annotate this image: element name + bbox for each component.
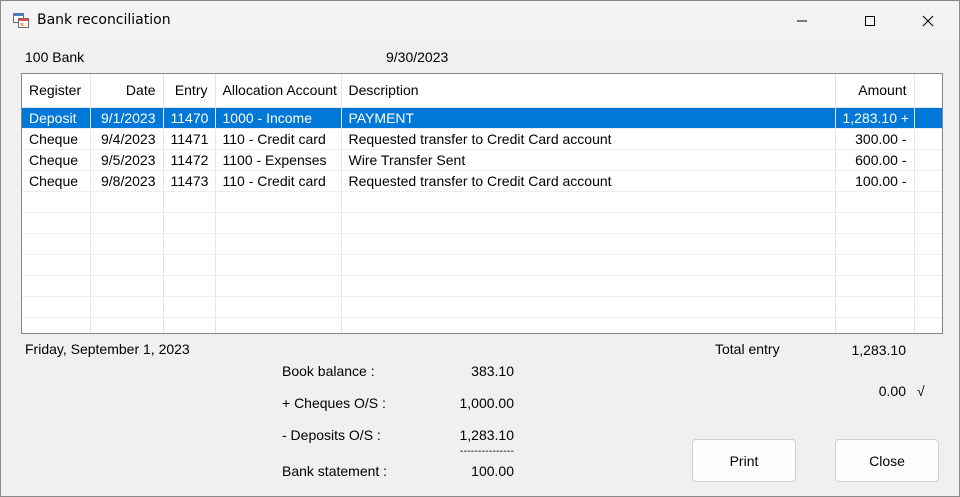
app-window-icon — [13, 13, 29, 28]
deposits-outstanding-value: 1,283.10 — [459, 427, 515, 443]
grid-header-row: Register Date Entry Allocation Account D… — [22, 74, 942, 108]
table-row[interactable]: Cheque 9/8/2023 11473 110 - Credit card … — [22, 170, 942, 192]
cell-allocation: 1100 - Expenses — [215, 149, 342, 171]
column-header-filler — [914, 74, 942, 108]
cell-description: Requested transfer to Credit Card accoun… — [341, 128, 836, 150]
bank-statement-label: Bank statement : — [282, 463, 388, 479]
bank-reconciliation-window: Bank reconciliation 100 Bank 9/30/2023 R… — [0, 0, 960, 497]
cell-amount: 1,283.10 + — [835, 107, 915, 129]
cell-description: Requested transfer to Credit Card accoun… — [341, 170, 836, 192]
cell-date: 9/8/2023 — [90, 170, 164, 192]
cell-filler — [914, 170, 942, 192]
close-icon — [922, 15, 934, 27]
window-title: Bank reconciliation — [37, 12, 171, 28]
sum-separator: --------------- — [459, 446, 514, 457]
cell-filler — [914, 107, 942, 129]
cell-description: PAYMENT — [341, 107, 836, 129]
selected-date-label: Friday, September 1, 2023 — [25, 341, 190, 357]
transactions-grid[interactable]: Register Date Entry Allocation Account D… — [21, 73, 943, 334]
column-header-description[interactable]: Description — [341, 74, 836, 108]
account-label: 100 Bank — [25, 49, 85, 65]
cell-allocation: 110 - Credit card — [215, 128, 342, 150]
cell-allocation: 110 - Credit card — [215, 170, 342, 192]
difference-value: 0.00 — [878, 383, 906, 399]
cell-register: Cheque — [22, 128, 91, 150]
deposits-outstanding-label: - Deposits O/S : — [282, 427, 381, 443]
book-balance-value: 383.10 — [471, 363, 514, 379]
table-row[interactable]: Cheque 9/4/2023 11471 110 - Credit card … — [22, 128, 942, 150]
cell-filler — [914, 149, 942, 171]
cell-amount: 600.00 - — [835, 149, 915, 171]
cell-amount: 300.00 - — [835, 128, 915, 150]
cell-allocation: 1000 - Income — [215, 107, 342, 129]
cell-register: Deposit — [22, 107, 91, 129]
cell-date: 9/4/2023 — [90, 128, 164, 150]
maximize-button[interactable] — [847, 1, 893, 41]
empty-row — [22, 254, 942, 276]
column-header-entry[interactable]: Entry — [163, 74, 216, 108]
empty-row — [22, 191, 942, 213]
minimize-button[interactable] — [779, 1, 825, 41]
cheques-outstanding-value: 1,000.00 — [459, 395, 515, 411]
column-header-amount[interactable]: Amount — [835, 74, 915, 108]
minimize-icon — [797, 20, 807, 22]
empty-row — [22, 233, 942, 255]
book-balance-label: Book balance : — [282, 363, 375, 379]
cell-date: 9/5/2023 — [90, 149, 164, 171]
title-bar: Bank reconciliation — [1, 1, 959, 41]
close-window-button[interactable] — [905, 1, 951, 41]
cell-amount: 100.00 - — [835, 170, 915, 192]
total-entry-value: 1,283.10 — [851, 342, 907, 358]
bank-statement-value: 100.00 — [471, 463, 514, 479]
column-header-allocation-account[interactable]: Allocation Account — [215, 74, 342, 108]
cell-entry: 11471 — [163, 128, 216, 150]
cell-register: Cheque — [22, 170, 91, 192]
empty-row — [22, 317, 942, 333]
table-row[interactable]: Cheque 9/5/2023 11472 1100 - Expenses Wi… — [22, 149, 942, 171]
table-row[interactable]: Deposit 9/1/2023 11470 1000 - Income PAY… — [22, 107, 942, 129]
close-button[interactable]: Close — [835, 439, 939, 482]
cell-description: Wire Transfer Sent — [341, 149, 836, 171]
empty-row — [22, 296, 942, 318]
total-entry-label: Total entry — [715, 341, 780, 357]
column-header-date[interactable]: Date — [90, 74, 164, 108]
cheques-outstanding-label: + Cheques O/S : — [282, 395, 386, 411]
cell-filler — [914, 128, 942, 150]
column-header-register[interactable]: Register — [22, 74, 91, 108]
statement-date-label: 9/30/2023 — [386, 49, 449, 65]
maximize-icon — [865, 16, 875, 26]
cell-date: 9/1/2023 — [90, 107, 164, 129]
empty-row — [22, 212, 942, 234]
cell-entry: 11470 — [163, 107, 216, 129]
empty-row — [22, 275, 942, 297]
cell-entry: 11473 — [163, 170, 216, 192]
check-mark-icon: √ — [917, 383, 925, 399]
cell-entry: 11472 — [163, 149, 216, 171]
cell-register: Cheque — [22, 149, 91, 171]
print-button[interactable]: Print — [692, 439, 796, 482]
